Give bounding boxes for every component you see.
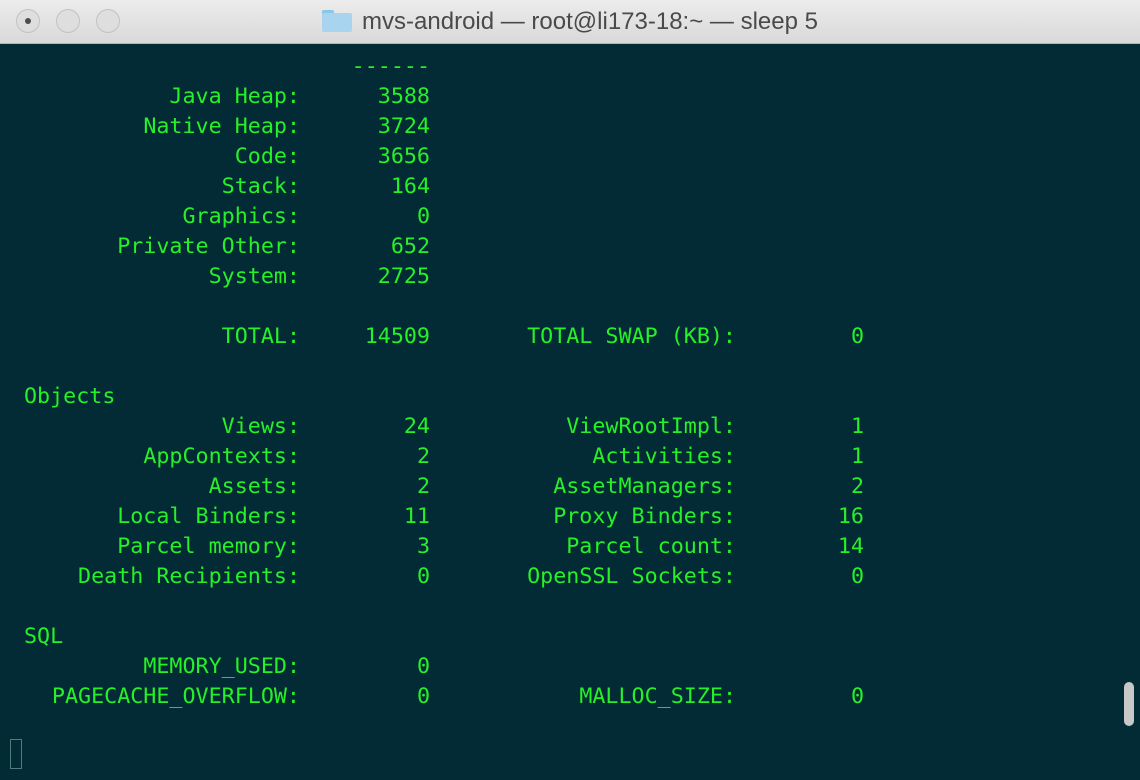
memory-label: Java Heap: xyxy=(169,84,300,109)
object-value: 11 xyxy=(403,504,430,529)
object-label: Death Recipients: xyxy=(78,564,300,589)
title-bar[interactable]: mvs-android — root@li173-18:~ — sleep 5 xyxy=(0,0,1140,44)
memory-row: Java Heap: 3588 xyxy=(0,82,1140,112)
terminal-cursor xyxy=(10,739,22,769)
object-label: Views: xyxy=(221,414,300,439)
object-label-2: ViewRootImpl: xyxy=(566,414,736,439)
memory-row: System: 2725 xyxy=(0,262,1140,292)
object-value: 24 xyxy=(403,414,430,439)
object-label: Local Binders: xyxy=(117,504,300,529)
objects-row: Views: 24 ViewRootImpl: 1 xyxy=(0,412,1140,442)
objects-row: AppContexts: 2 Activities: 1 xyxy=(0,442,1140,472)
sql-value-2: 0 xyxy=(850,684,864,709)
sql-row: PAGECACHE_OVERFLOW: 0 MALLOC_SIZE: 0 xyxy=(0,682,1140,712)
folder-icon xyxy=(322,10,353,32)
memory-row: Private Other: 652 xyxy=(0,232,1140,262)
object-label-2: OpenSSL Sockets: xyxy=(527,564,736,589)
separator: ------ xyxy=(351,54,430,79)
object-value-2: 0 xyxy=(850,564,864,589)
total-row: TOTAL: 14509 TOTAL SWAP (KB): 0 xyxy=(0,322,1140,352)
object-label: Assets: xyxy=(208,474,300,499)
object-label: AppContexts: xyxy=(143,444,300,469)
memory-value: 2725 xyxy=(377,264,430,289)
window-title: mvs-android — root@li173-18:~ — sleep 5 xyxy=(0,0,1140,44)
total-swap-label: TOTAL SWAP (KB): xyxy=(527,324,736,349)
memory-row: Graphics: 0 xyxy=(0,202,1140,232)
memory-label: Native Heap: xyxy=(143,114,300,139)
object-value-2: 16 xyxy=(837,504,864,529)
separator-line: ------ xyxy=(0,52,1140,82)
object-value: 2 xyxy=(416,444,430,469)
sql-label-2: MALLOC_SIZE: xyxy=(579,684,736,709)
object-value-2: 14 xyxy=(837,534,864,559)
memory-row: Stack: 164 xyxy=(0,172,1140,202)
sql-heading: SQL xyxy=(24,624,64,649)
memory-value: 3588 xyxy=(377,84,430,109)
total-label: TOTAL: xyxy=(221,324,300,349)
total-swap-value: 0 xyxy=(850,324,864,349)
memory-value: 0 xyxy=(416,204,430,229)
memory-row: Code: 3656 xyxy=(0,142,1140,172)
memory-row: Native Heap: 3724 xyxy=(0,112,1140,142)
object-label-2: Proxy Binders: xyxy=(553,504,736,529)
object-value-2: 1 xyxy=(850,414,864,439)
memory-label: System: xyxy=(208,264,300,289)
objects-heading: Objects xyxy=(24,384,116,409)
object-value-2: 2 xyxy=(850,474,864,499)
object-label-2: Parcel count: xyxy=(566,534,736,559)
sql-label: MEMORY_USED: xyxy=(143,654,300,679)
object-value: 2 xyxy=(416,474,430,499)
window-title-text: mvs-android — root@li173-18:~ — sleep 5 xyxy=(362,8,818,35)
object-label-2: Activities: xyxy=(592,444,736,469)
object-value: 3 xyxy=(416,534,430,559)
sql-row: MEMORY_USED: 0 xyxy=(0,652,1140,682)
memory-value: 3724 xyxy=(377,114,430,139)
total-value: 14509 xyxy=(364,324,430,349)
memory-value: 164 xyxy=(390,174,430,199)
object-label-2: AssetManagers: xyxy=(553,474,736,499)
memory-value: 652 xyxy=(390,234,430,259)
memory-label: Stack: xyxy=(221,174,300,199)
scrollbar-thumb[interactable] xyxy=(1124,682,1134,726)
objects-row: Death Recipients: 0 OpenSSL Sockets: 0 xyxy=(0,562,1140,592)
objects-row: Local Binders: 11 Proxy Binders: 16 xyxy=(0,502,1140,532)
object-label: Parcel memory: xyxy=(117,534,300,559)
sql-label: PAGECACHE_OVERFLOW: xyxy=(51,684,300,709)
sql-value: 0 xyxy=(416,654,430,679)
sql-value: 0 xyxy=(416,684,430,709)
object-value: 0 xyxy=(416,564,430,589)
objects-row: Assets: 2 AssetManagers: 2 xyxy=(0,472,1140,502)
memory-label: Code: xyxy=(234,144,300,169)
terminal-window: mvs-android — root@li173-18:~ — sleep 5 … xyxy=(0,0,1140,780)
object-value-2: 1 xyxy=(850,444,864,469)
memory-value: 3656 xyxy=(377,144,430,169)
memory-label: Graphics: xyxy=(182,204,300,229)
objects-row: Parcel memory: 3 Parcel count: 14 xyxy=(0,532,1140,562)
memory-label: Private Other: xyxy=(117,234,300,259)
terminal-output[interactable]: ------ Java Heap: 3588 Native Heap: 3724… xyxy=(0,45,1140,780)
